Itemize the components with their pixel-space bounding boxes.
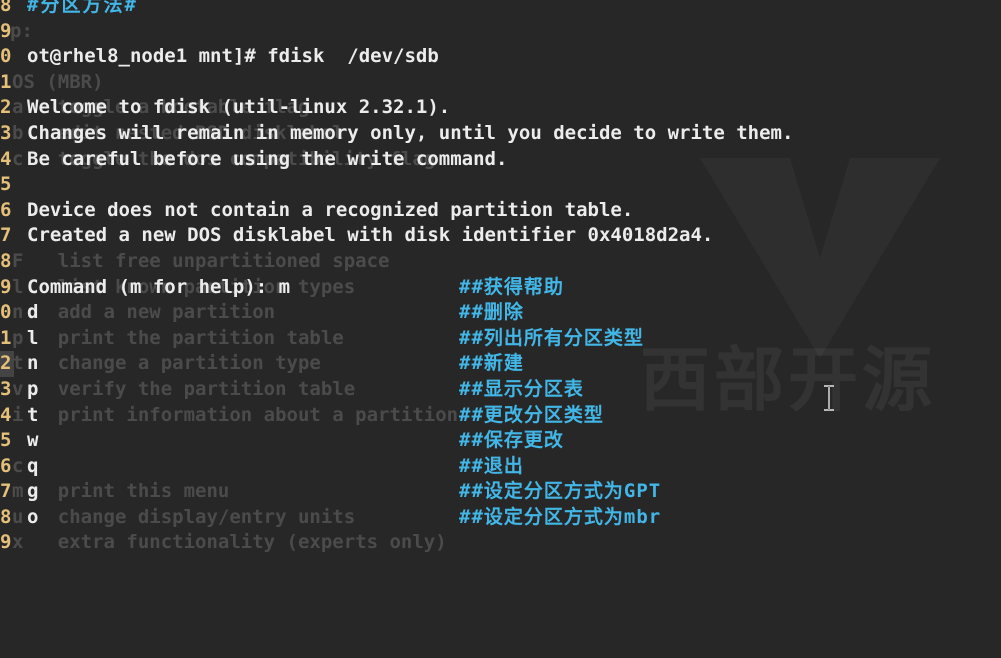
ghost-text: n add a new partition <box>12 301 276 324</box>
heading-comment: #分区方法# <box>27 0 138 16</box>
terminal-line: 4 i print information about a partition … <box>0 403 1001 429</box>
terminal-line: 5 <box>0 172 1001 198</box>
terminal-line: 0 n add a new partition d ##删除 <box>0 300 1001 326</box>
menu-comment: ##保存更改 <box>459 429 564 452</box>
menu-comment: ##设定分区方式为mbr <box>459 505 662 528</box>
ghost-text: i print information about a partition <box>12 403 459 426</box>
changes-message: Changes will remain in memory only, unti… <box>27 121 794 144</box>
menu-key: l <box>27 326 39 349</box>
ghost-text: p print the partition table <box>12 326 344 349</box>
terminal-line: 8 u change display/entry units o ##设定分区方… <box>0 505 1001 531</box>
line-number: 5 <box>0 429 12 452</box>
command-help-input: Command (m for help): m <box>27 275 291 298</box>
terminal-line: 1 p print the partition table l ##列出所有分区… <box>0 326 1001 352</box>
terminal-line: 6 Device does not contain a recognized p… <box>0 198 1001 224</box>
terminal-line: 5 w ##保存更改 <box>0 428 1001 454</box>
menu-key: t <box>27 403 39 426</box>
terminal-line: 7 m print this menu g ##设定分区方式为GPT <box>0 479 1001 505</box>
terminal-line: 9 p: <box>0 19 1001 45</box>
terminal-screen[interactable]: 西部开源 8 #分区方法# 9 p: 0 ot@rhel8_node1 mnt]… <box>0 0 1001 573</box>
menu-key: p <box>27 377 39 400</box>
line-number: 5 <box>0 173 12 196</box>
line-number: 0 <box>0 45 12 68</box>
no-partition-table-message: Device does not contain a recognized par… <box>27 198 634 221</box>
ghost-text: x extra functionality (experts only) <box>12 531 447 554</box>
line-number: 7 <box>0 224 12 247</box>
menu-key: o <box>27 505 39 528</box>
menu-comment: ##更改分区类型 <box>459 403 604 426</box>
menu-comment: ##设定分区方式为GPT <box>459 480 662 503</box>
menu-comment: ##退出 <box>459 454 524 477</box>
menu-key: d <box>27 301 39 324</box>
ghost-text: c <box>12 454 24 477</box>
help-comment: ##获得帮助 <box>459 275 564 298</box>
ghost-text: u change display/entry units <box>12 505 356 528</box>
terminal-line: 9 x extra functionality (experts only) <box>0 530 1001 556</box>
terminal-line: 3 b edit nested BSD disklabel Changes wi… <box>0 121 1001 147</box>
terminal-line: 4 c toggle the dos compatibility flag Be… <box>0 147 1001 173</box>
ghost-text: OS (MBR) <box>12 70 104 93</box>
line-number: 6 <box>0 198 12 221</box>
line-number: 8 <box>0 0 12 16</box>
command-prompt: ot@rhel8_node1 mnt]# fdisk /dev/sdb <box>27 45 439 68</box>
terminal-line: 8 #分区方法# <box>0 0 1001 19</box>
ghost-text: v verify the partition table <box>12 377 356 400</box>
ghost-text: m print this menu <box>12 480 230 503</box>
terminal-line: 1 OS (MBR) <box>0 70 1001 96</box>
terminal-line: 6 c q ##退出 <box>0 454 1001 480</box>
menu-comment: ##新建 <box>459 352 524 375</box>
terminal-line: 3 v verify the partition table p ##显示分区表 <box>0 377 1001 403</box>
ghost-text: p: <box>10 19 33 42</box>
careful-message: Be careful before using the write comman… <box>27 147 508 170</box>
menu-key: g <box>27 480 39 503</box>
menu-comment: ##删除 <box>459 301 524 324</box>
terminal-line: 9 l list known partition types Command (… <box>0 275 1001 301</box>
text-cursor-icon <box>824 385 834 411</box>
menu-key: n <box>27 352 39 375</box>
terminal-line: 8 F list free unpartitioned space <box>0 249 1001 275</box>
ghost-text: t change a partition type <box>12 352 321 375</box>
welcome-message: Welcome to fdisk (util-linux 2.32.1). <box>27 96 451 119</box>
ghost-text: F list free unpartitioned space <box>12 249 390 272</box>
menu-comment: ##列出所有分区类型 <box>459 326 644 349</box>
menu-key: w <box>27 429 39 452</box>
terminal-line: 7 Created a new DOS disklabel with disk … <box>0 223 1001 249</box>
disklabel-message: Created a new DOS disklabel with disk id… <box>27 224 714 247</box>
terminal-line: 0 ot@rhel8_node1 mnt]# fdisk /dev/sdb <box>0 44 1001 70</box>
terminal-line: 2 a toggle a bootable flag Welcome to fd… <box>0 95 1001 121</box>
terminal-line-current: 2 t change a partition type n ##新建 <box>0 351 1001 377</box>
menu-key: q <box>27 454 39 477</box>
menu-comment: ##显示分区表 <box>459 377 584 400</box>
